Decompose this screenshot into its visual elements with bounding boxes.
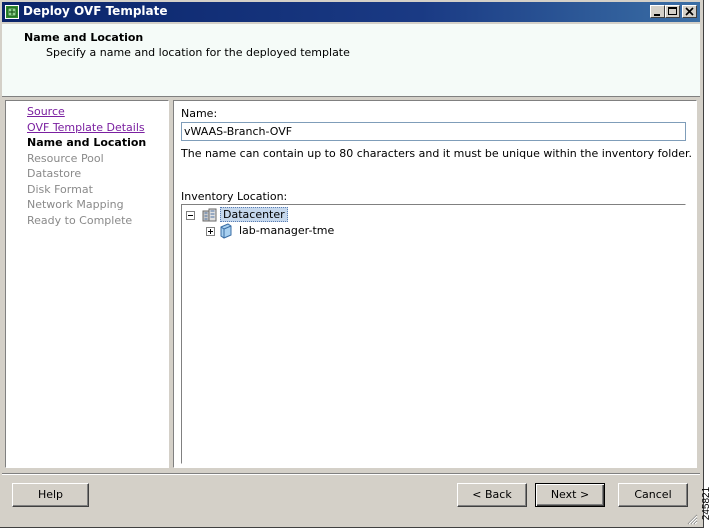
deploy-ovf-window: Deploy OVF Template Name and Location Sp…: [0, 0, 704, 528]
wizard-footer: Help < Back Next > Cancel: [2, 473, 700, 527]
tree-node-lab-manager-tme[interactable]: lab-manager-tme: [186, 223, 346, 239]
page-title: Name and Location: [24, 31, 144, 44]
expand-icon[interactable]: [206, 227, 215, 236]
footer-divider: [2, 473, 700, 474]
ovf-app-icon: [5, 5, 19, 19]
step-ovf-template-details[interactable]: OVF Template Details: [27, 121, 145, 134]
tree-label-lab-manager-tme[interactable]: lab-manager-tme: [239, 224, 334, 237]
step-datastore: Datastore: [27, 167, 82, 180]
figure-number-text: 245821: [701, 486, 713, 521]
window-title: Deploy OVF Template: [23, 4, 168, 18]
back-button[interactable]: < Back: [457, 483, 527, 507]
tree-label-datacenter[interactable]: Datacenter: [220, 207, 288, 222]
wizard-header: Name and Location Specify a name and loc…: [2, 24, 700, 97]
datacenter-icon: [202, 208, 217, 222]
cancel-button[interactable]: Cancel: [618, 483, 688, 507]
resize-grip-icon[interactable]: [686, 513, 698, 525]
folder-icon: [220, 223, 232, 239]
title-bar[interactable]: Deploy OVF Template: [2, 2, 700, 22]
close-icon: [685, 7, 694, 16]
tree-node-datacenter[interactable]: Datacenter: [186, 207, 306, 222]
step-source[interactable]: Source: [27, 105, 65, 118]
minimize-button[interactable]: [650, 5, 665, 18]
maximize-icon: [668, 7, 677, 15]
page-subtitle: Specify a name and location for the depl…: [46, 46, 350, 59]
name-location-panel: Name: The name can contain up to 80 char…: [173, 100, 697, 468]
step-network-mapping: Network Mapping: [27, 198, 124, 211]
next-button[interactable]: Next >: [535, 483, 605, 507]
name-label: Name:: [181, 107, 218, 120]
help-button[interactable]: Help: [12, 483, 89, 507]
name-hint: The name can contain up to 80 characters…: [181, 147, 693, 160]
inventory-tree[interactable]: Datacenter lab-manager-tme: [181, 204, 686, 464]
maximize-button[interactable]: [665, 5, 680, 18]
figure-number: 245821: [701, 484, 714, 528]
step-ready-to-complete: Ready to Complete: [27, 214, 133, 227]
step-disk-format: Disk Format: [27, 183, 93, 196]
close-button[interactable]: [682, 5, 697, 18]
name-input[interactable]: [181, 122, 686, 141]
step-name-and-location: Name and Location: [27, 136, 147, 149]
inventory-location-label: Inventory Location:: [181, 190, 288, 203]
wizard-content: Source OVF Template Details Name and Loc…: [2, 97, 700, 471]
minimize-icon: [654, 14, 660, 16]
step-resource-pool: Resource Pool: [27, 152, 104, 165]
collapse-icon[interactable]: [186, 211, 195, 220]
wizard-steps-list: Source OVF Template Details Name and Loc…: [5, 100, 169, 468]
